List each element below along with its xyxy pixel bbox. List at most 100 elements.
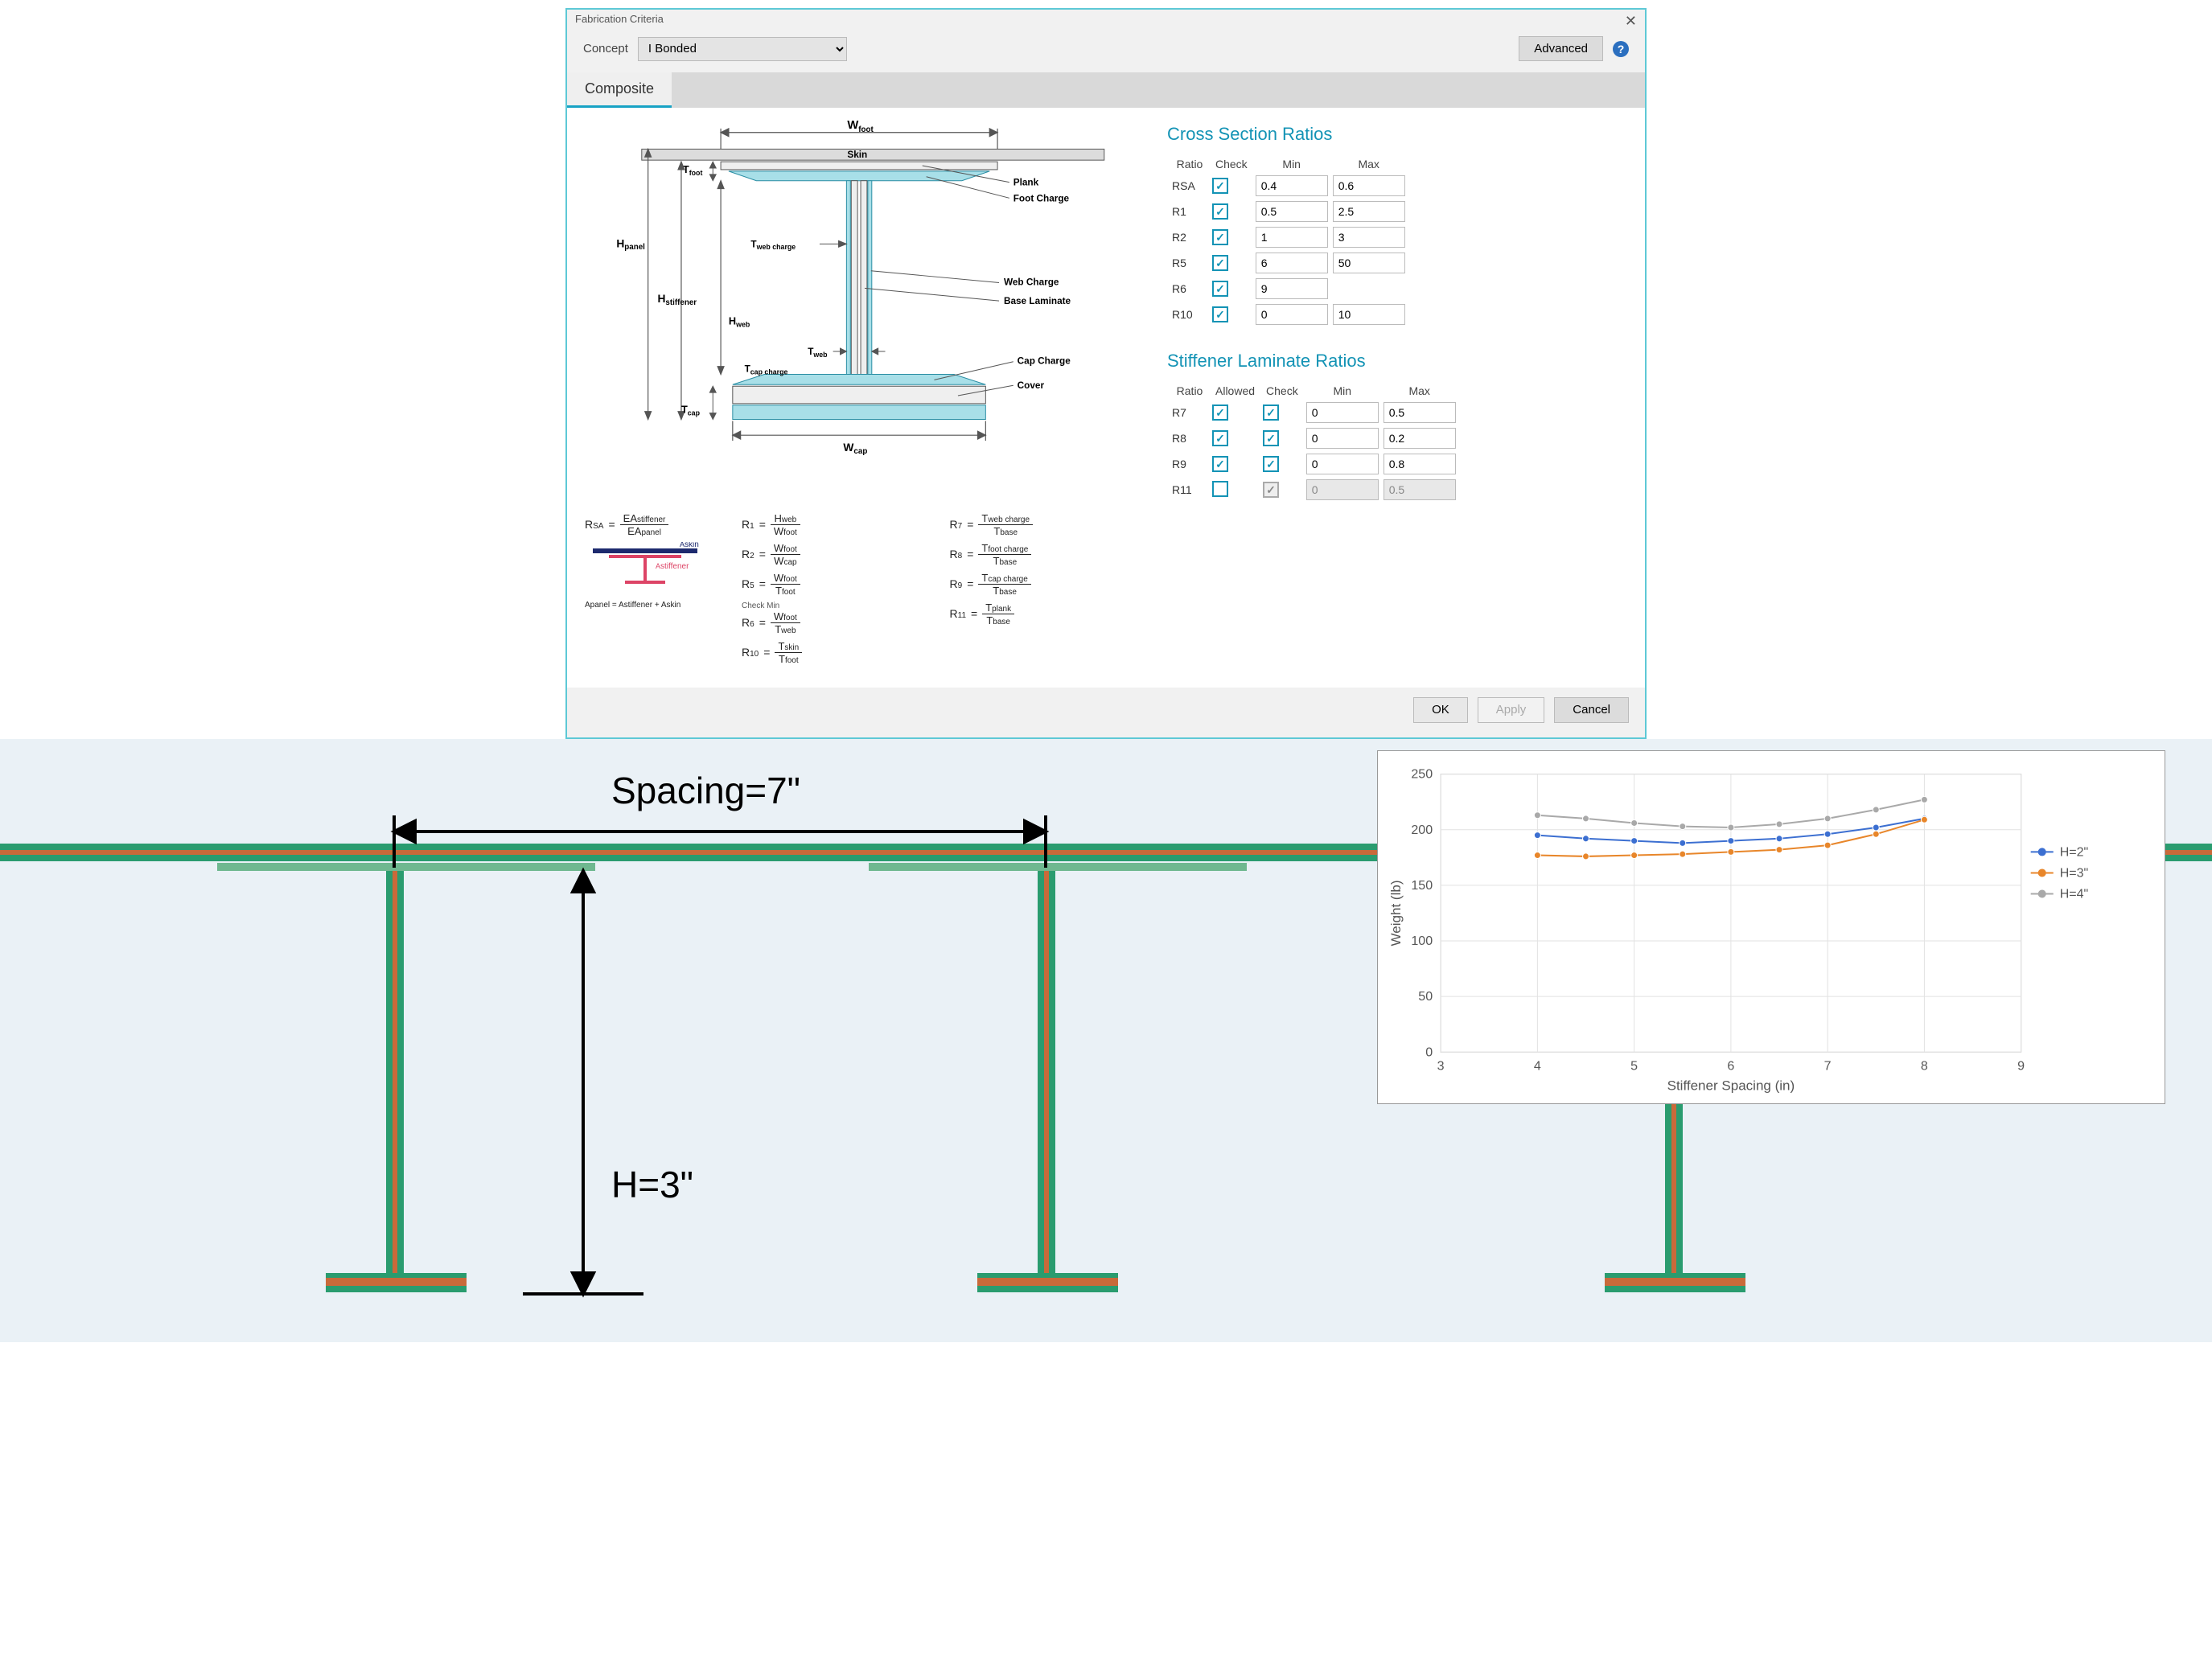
- max-input[interactable]: [1384, 402, 1456, 423]
- max-input: [1384, 479, 1456, 500]
- min-input[interactable]: [1256, 253, 1328, 273]
- table-row: R6: [1172, 278, 1405, 299]
- max-input[interactable]: [1333, 201, 1405, 222]
- stiffener-ratios-table: Ratio Allowed Check Min Max R7R8R9R11: [1167, 380, 1461, 505]
- check-checkbox[interactable]: [1212, 281, 1228, 297]
- ratio-label: R1: [1172, 201, 1207, 222]
- check-checkbox[interactable]: [1212, 178, 1228, 194]
- check-checkbox[interactable]: [1263, 456, 1279, 472]
- svg-text:9: 9: [2017, 1058, 2025, 1073]
- svg-text:Wcap: Wcap: [843, 441, 867, 456]
- help-icon[interactable]: ?: [1613, 41, 1629, 57]
- svg-text:H=3": H=3": [2060, 865, 2089, 880]
- svg-text:Astiffener: Astiffener: [656, 562, 689, 571]
- check-checkbox[interactable]: [1263, 404, 1279, 421]
- min-input[interactable]: [1306, 402, 1379, 423]
- min-input[interactable]: [1256, 278, 1328, 299]
- svg-text:Stiffener Spacing (in): Stiffener Spacing (in): [1667, 1078, 1795, 1093]
- allowed-checkbox[interactable]: [1212, 404, 1228, 421]
- stiffener-ratios-title: Stiffener Laminate Ratios: [1167, 351, 1630, 372]
- svg-text:Tcap charge: Tcap charge: [745, 364, 788, 376]
- close-icon[interactable]: ✕: [1625, 13, 1637, 30]
- svg-text:Hstiffener: Hstiffener: [657, 293, 697, 307]
- svg-text:3: 3: [1437, 1058, 1445, 1073]
- svg-text:Tweb: Tweb: [808, 347, 828, 359]
- allowed-checkbox[interactable]: [1212, 430, 1228, 446]
- cross-section-table: Ratio Check Min Max RSAR1R2R5R6R10: [1167, 153, 1410, 330]
- lower-figure: Spacing=7": [0, 739, 2212, 1342]
- svg-text:Spacing=7": Spacing=7": [611, 770, 800, 811]
- svg-text:Cover: Cover: [1018, 380, 1045, 391]
- min-input[interactable]: [1256, 201, 1328, 222]
- table-row: R1: [1172, 201, 1405, 222]
- ratio-label: R7: [1172, 402, 1207, 423]
- svg-text:8: 8: [1921, 1058, 1928, 1073]
- ratio-label: R2: [1172, 227, 1207, 248]
- svg-text:Tcap: Tcap: [681, 404, 701, 417]
- ratio-label: R6: [1172, 278, 1207, 299]
- svg-text:Base Laminate: Base Laminate: [1004, 296, 1071, 306]
- svg-text:4: 4: [1534, 1058, 1541, 1073]
- min-input[interactable]: [1256, 304, 1328, 325]
- check-checkbox[interactable]: [1212, 306, 1228, 322]
- allowed-checkbox[interactable]: [1212, 456, 1228, 472]
- table-row: R8: [1172, 428, 1456, 449]
- svg-text:Cap Charge: Cap Charge: [1018, 356, 1071, 367]
- svg-text:100: 100: [1411, 934, 1433, 948]
- dialog-title: Fabrication Criteria: [575, 13, 664, 30]
- table-row: R7: [1172, 402, 1456, 423]
- svg-text:H=3": H=3": [611, 1164, 693, 1205]
- apply-button[interactable]: Apply: [1478, 697, 1545, 723]
- ratio-label: R5: [1172, 253, 1207, 273]
- svg-text:0: 0: [1425, 1045, 1433, 1059]
- svg-text:H=2": H=2": [2060, 844, 2089, 859]
- cross-section-diagram: Wfoot Skin Tfoot: [582, 116, 1145, 496]
- max-input[interactable]: [1384, 454, 1456, 474]
- min-input[interactable]: [1306, 428, 1379, 449]
- max-input[interactable]: [1384, 428, 1456, 449]
- ratio-label: R8: [1172, 428, 1207, 449]
- min-input[interactable]: [1256, 175, 1328, 196]
- ratio-label: R10: [1172, 304, 1207, 325]
- svg-text:Plank: Plank: [1013, 178, 1039, 188]
- svg-text:6: 6: [1727, 1058, 1734, 1073]
- table-row: R11: [1172, 479, 1456, 500]
- allowed-checkbox[interactable]: [1212, 481, 1228, 497]
- advanced-button[interactable]: Advanced: [1519, 36, 1603, 61]
- svg-text:200: 200: [1411, 823, 1433, 837]
- mini-i-diagram: Askin Astiffener: [585, 542, 726, 601]
- svg-text:H=4": H=4": [2060, 886, 2089, 901]
- ok-button[interactable]: OK: [1413, 697, 1468, 723]
- max-input[interactable]: [1333, 304, 1405, 325]
- svg-text:Web Charge: Web Charge: [1004, 277, 1059, 287]
- min-input[interactable]: [1256, 227, 1328, 248]
- ratio-label: R11: [1172, 479, 1207, 500]
- formula-block: RSA = EAstiffener EApanel Askin: [582, 496, 1145, 673]
- max-input[interactable]: [1333, 227, 1405, 248]
- max-input[interactable]: [1333, 175, 1405, 196]
- tab-composite[interactable]: Composite: [567, 72, 672, 108]
- cross-section-title: Cross Section Ratios: [1167, 124, 1630, 145]
- fabrication-criteria-dialog: Fabrication Criteria ✕ Concept I Bonded …: [565, 8, 1647, 739]
- concept-select[interactable]: I Bonded: [638, 37, 847, 61]
- svg-text:50: 50: [1418, 989, 1433, 1004]
- table-row: R2: [1172, 227, 1405, 248]
- check-checkbox[interactable]: [1212, 255, 1228, 271]
- svg-text:Hpanel: Hpanel: [616, 237, 645, 252]
- weight-chart: 3456789050100150200250Stiffener Spacing …: [1377, 750, 2165, 1104]
- svg-text:250: 250: [1411, 767, 1433, 782]
- min-input: [1306, 479, 1379, 500]
- svg-text:Askin: Askin: [680, 542, 699, 549]
- concept-label: Concept: [583, 42, 628, 55]
- cancel-button[interactable]: Cancel: [1554, 697, 1629, 723]
- svg-text:150: 150: [1411, 878, 1433, 893]
- check-checkbox[interactable]: [1212, 203, 1228, 220]
- table-row: R10: [1172, 304, 1405, 325]
- min-input[interactable]: [1306, 454, 1379, 474]
- svg-text:Hweb: Hweb: [729, 315, 750, 329]
- check-checkbox[interactable]: [1263, 430, 1279, 446]
- max-input[interactable]: [1333, 253, 1405, 273]
- check-checkbox[interactable]: [1212, 229, 1228, 245]
- svg-text:Tweb charge: Tweb charge: [750, 239, 796, 251]
- table-row: R5: [1172, 253, 1405, 273]
